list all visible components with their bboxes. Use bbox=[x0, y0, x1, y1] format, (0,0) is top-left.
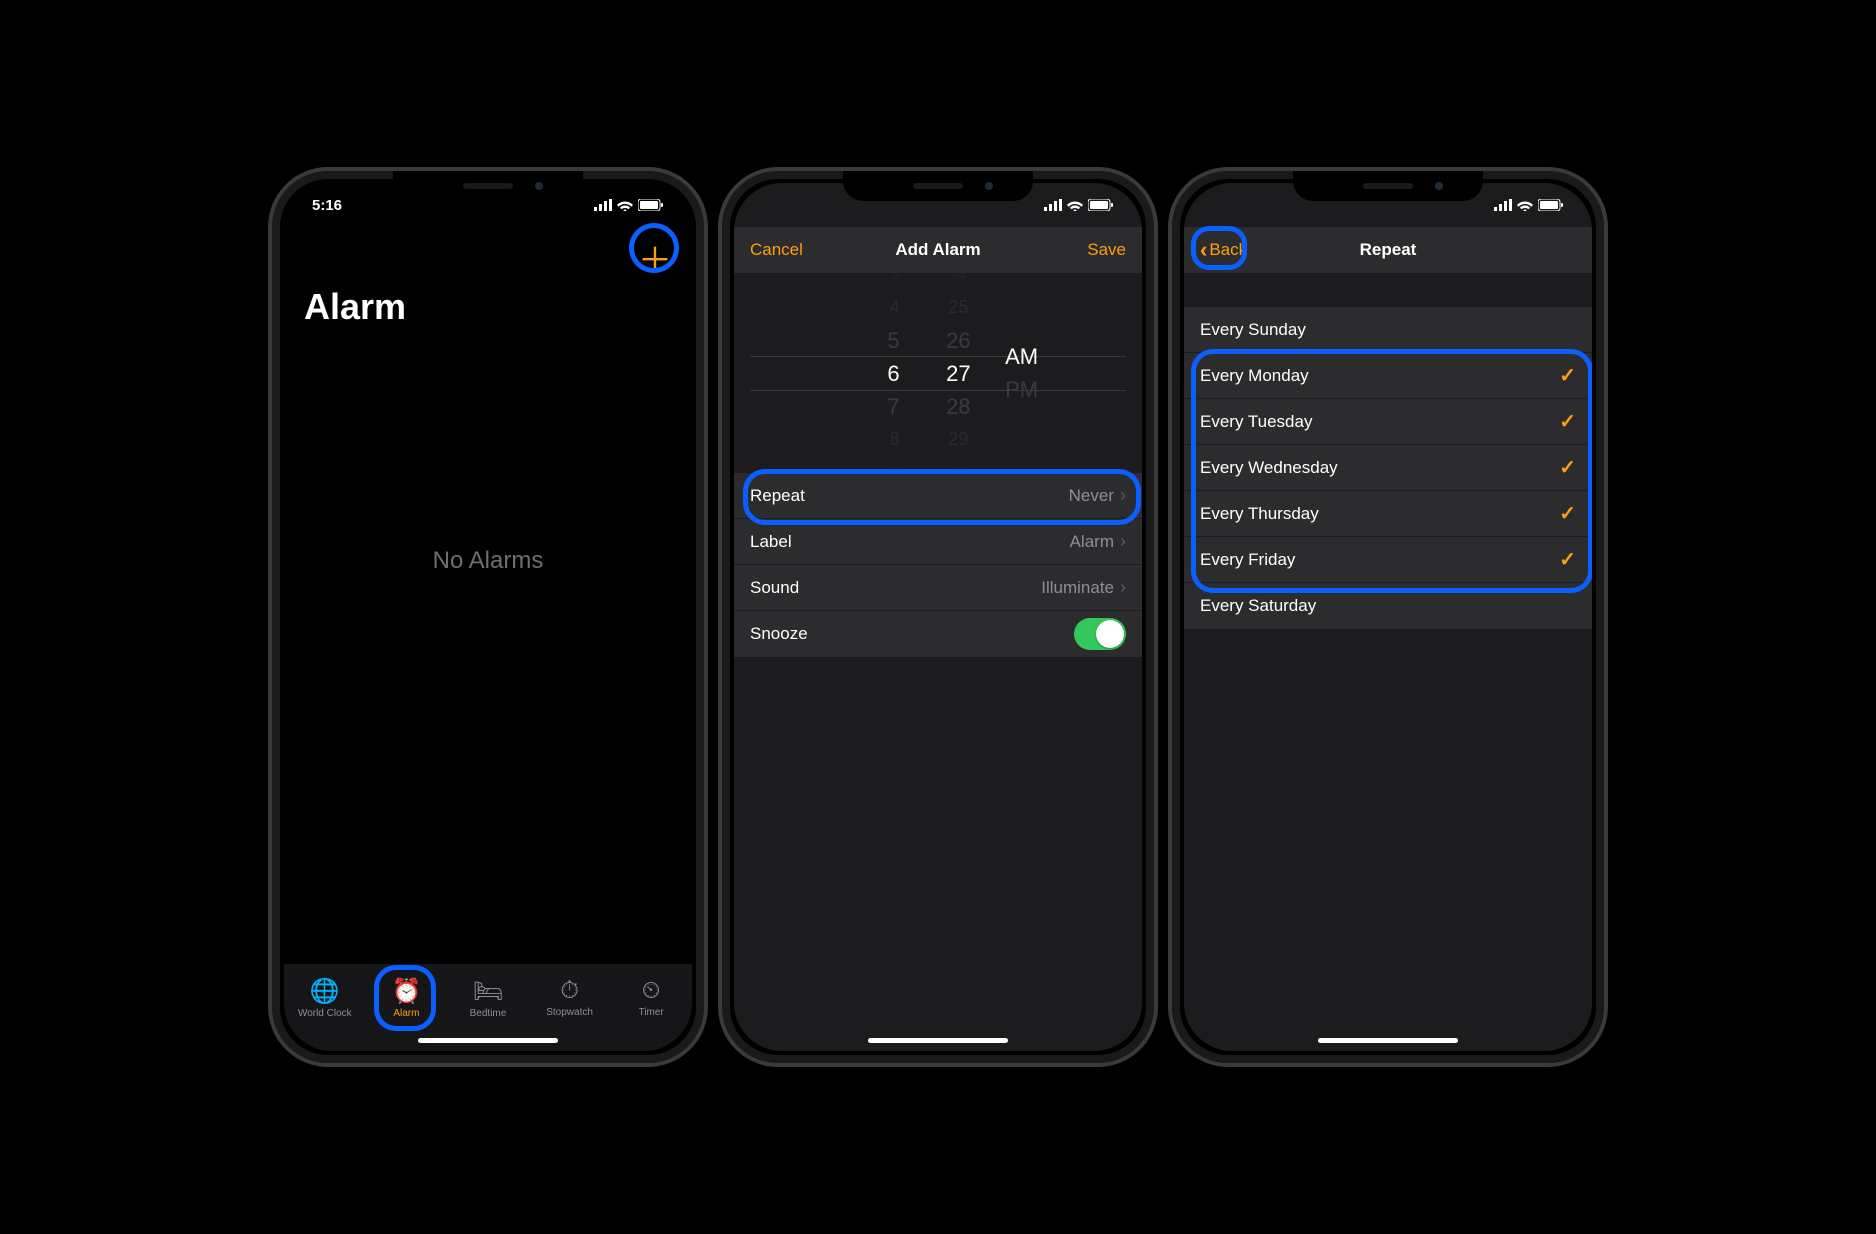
day-label: Every Tuesday bbox=[1200, 412, 1312, 432]
tab-label: World Clock bbox=[298, 1008, 352, 1019]
checkmark-icon: ✓ bbox=[1559, 547, 1576, 572]
back-button[interactable]: ‹Back bbox=[1200, 237, 1270, 263]
day-label: Every Friday bbox=[1200, 550, 1295, 570]
snooze-toggle[interactable] bbox=[1074, 618, 1126, 650]
checkmark-icon: ✓ bbox=[1559, 409, 1576, 434]
sound-row[interactable]: Sound Illuminate › bbox=[734, 565, 1142, 611]
timer-icon: ⏲ bbox=[642, 977, 661, 1005]
empty-state: No Alarms bbox=[284, 338, 692, 963]
notch bbox=[1293, 171, 1483, 201]
chevron-left-icon: ‹ bbox=[1200, 237, 1207, 263]
day-label: Every Thursday bbox=[1200, 504, 1319, 524]
back-label: Back bbox=[1209, 240, 1247, 259]
alarm-options-group: Repeat Never › Label Alarm › Sound Illum… bbox=[734, 473, 1142, 657]
save-button[interactable]: Save bbox=[1056, 240, 1126, 260]
nav-title: Repeat bbox=[1360, 240, 1417, 260]
nav-title: Add Alarm bbox=[895, 240, 980, 260]
status-time: 5:16 bbox=[312, 197, 342, 214]
cellular-icon bbox=[1044, 199, 1062, 211]
alarm-list-screen: 5:16 ＋ Alarm No Alarms 🌐 World Clock ⏰ A… bbox=[284, 183, 692, 1051]
day-label: Every Wednesday bbox=[1200, 458, 1338, 478]
tab-label: Stopwatch bbox=[546, 1007, 593, 1018]
cell-value: Alarm bbox=[1070, 532, 1114, 552]
status-icons bbox=[1494, 199, 1564, 211]
add-alarm-button[interactable]: ＋ bbox=[638, 233, 672, 282]
tab-label: Bedtime bbox=[470, 1008, 507, 1019]
days-group: Every SundayEvery Monday✓Every Tuesday✓E… bbox=[1184, 307, 1592, 629]
wifi-icon bbox=[617, 199, 633, 211]
page-title: Alarm bbox=[284, 282, 692, 338]
alarm-icon: ⏰ bbox=[391, 977, 421, 1006]
notch bbox=[843, 171, 1033, 201]
cellular-icon bbox=[594, 199, 612, 211]
battery-icon bbox=[638, 199, 664, 211]
day-label: Every Saturday bbox=[1200, 596, 1316, 616]
snooze-row: Snooze bbox=[734, 611, 1142, 657]
home-indicator[interactable] bbox=[868, 1038, 1008, 1043]
home-indicator[interactable] bbox=[1318, 1038, 1458, 1043]
picker-minute-column[interactable]: 24 25 26 27 28 29 30 bbox=[922, 273, 995, 473]
bed-icon: 🛏 bbox=[473, 977, 503, 1006]
tab-label: Timer bbox=[639, 1007, 664, 1018]
repeat-row[interactable]: Repeat Never › bbox=[734, 473, 1142, 519]
chevron-right-icon: › bbox=[1120, 531, 1126, 552]
day-row[interactable]: Every Saturday bbox=[1184, 583, 1592, 629]
nav-bar: ‹Back Repeat bbox=[1184, 227, 1592, 273]
tab-stopwatch[interactable]: ⏱ Stopwatch bbox=[529, 964, 611, 1031]
cell-label: Repeat bbox=[750, 486, 805, 506]
tab-label: Alarm bbox=[393, 1008, 419, 1019]
cellular-icon bbox=[1494, 199, 1512, 211]
cell-label: Sound bbox=[750, 578, 799, 598]
checkmark-icon: ✓ bbox=[1559, 501, 1576, 526]
stopwatch-icon: ⏱ bbox=[560, 977, 579, 1005]
tab-world-clock[interactable]: 🌐 World Clock bbox=[284, 964, 366, 1031]
repeat-screen: ‹Back Repeat Every SundayEvery Monday✓Ev… bbox=[1184, 183, 1592, 1051]
day-label: Every Monday bbox=[1200, 366, 1309, 386]
tab-timer[interactable]: ⏲ Timer bbox=[610, 964, 692, 1031]
chevron-right-icon: › bbox=[1120, 485, 1126, 506]
checkmark-icon: ✓ bbox=[1559, 363, 1576, 388]
cell-label: Snooze bbox=[750, 624, 808, 644]
cell-label: Label bbox=[750, 532, 792, 552]
picker-hour-column[interactable]: 3 4 5 6 7 8 9 bbox=[734, 273, 922, 473]
day-row[interactable]: Every Tuesday ✓ bbox=[1184, 399, 1592, 445]
chevron-right-icon: › bbox=[1120, 577, 1126, 598]
cell-value: Never bbox=[1069, 486, 1114, 506]
tab-alarm[interactable]: ⏰ Alarm bbox=[366, 964, 448, 1031]
time-picker[interactable]: 3 4 5 6 7 8 9 24 25 26 27 28 29 30 AM PM bbox=[734, 273, 1142, 473]
add-alarm-screen: Cancel Add Alarm Save 3 4 5 6 7 8 9 24 2… bbox=[734, 183, 1142, 1051]
day-row[interactable]: Every Monday ✓ bbox=[1184, 353, 1592, 399]
tab-bedtime[interactable]: 🛏 Bedtime bbox=[447, 964, 529, 1031]
wifi-icon bbox=[1067, 199, 1083, 211]
nav-bar: Cancel Add Alarm Save bbox=[734, 227, 1142, 273]
cell-value: Illuminate bbox=[1041, 578, 1114, 598]
globe-icon: 🌐 bbox=[310, 977, 340, 1006]
phone-frame-1: 5:16 ＋ Alarm No Alarms 🌐 World Clock ⏰ A… bbox=[268, 167, 708, 1067]
picker-ampm-column[interactable]: AM PM bbox=[995, 273, 1142, 473]
phone-frame-3: ‹Back Repeat Every SundayEvery Monday✓Ev… bbox=[1168, 167, 1608, 1067]
day-row[interactable]: Every Friday ✓ bbox=[1184, 537, 1592, 583]
phone-frame-2: Cancel Add Alarm Save 3 4 5 6 7 8 9 24 2… bbox=[718, 167, 1158, 1067]
day-row[interactable]: Every Wednesday ✓ bbox=[1184, 445, 1592, 491]
status-icons bbox=[1044, 199, 1114, 211]
status-icons bbox=[594, 199, 664, 211]
home-indicator[interactable] bbox=[418, 1038, 558, 1043]
cancel-button[interactable]: Cancel bbox=[750, 240, 820, 260]
wifi-icon bbox=[1517, 199, 1533, 211]
header-actions: ＋ bbox=[284, 227, 692, 282]
day-label: Every Sunday bbox=[1200, 320, 1306, 340]
day-row[interactable]: Every Sunday bbox=[1184, 307, 1592, 353]
day-row[interactable]: Every Thursday ✓ bbox=[1184, 491, 1592, 537]
battery-icon bbox=[1088, 199, 1114, 211]
battery-icon bbox=[1538, 199, 1564, 211]
notch bbox=[393, 171, 583, 201]
label-row[interactable]: Label Alarm › bbox=[734, 519, 1142, 565]
checkmark-icon: ✓ bbox=[1559, 455, 1576, 480]
